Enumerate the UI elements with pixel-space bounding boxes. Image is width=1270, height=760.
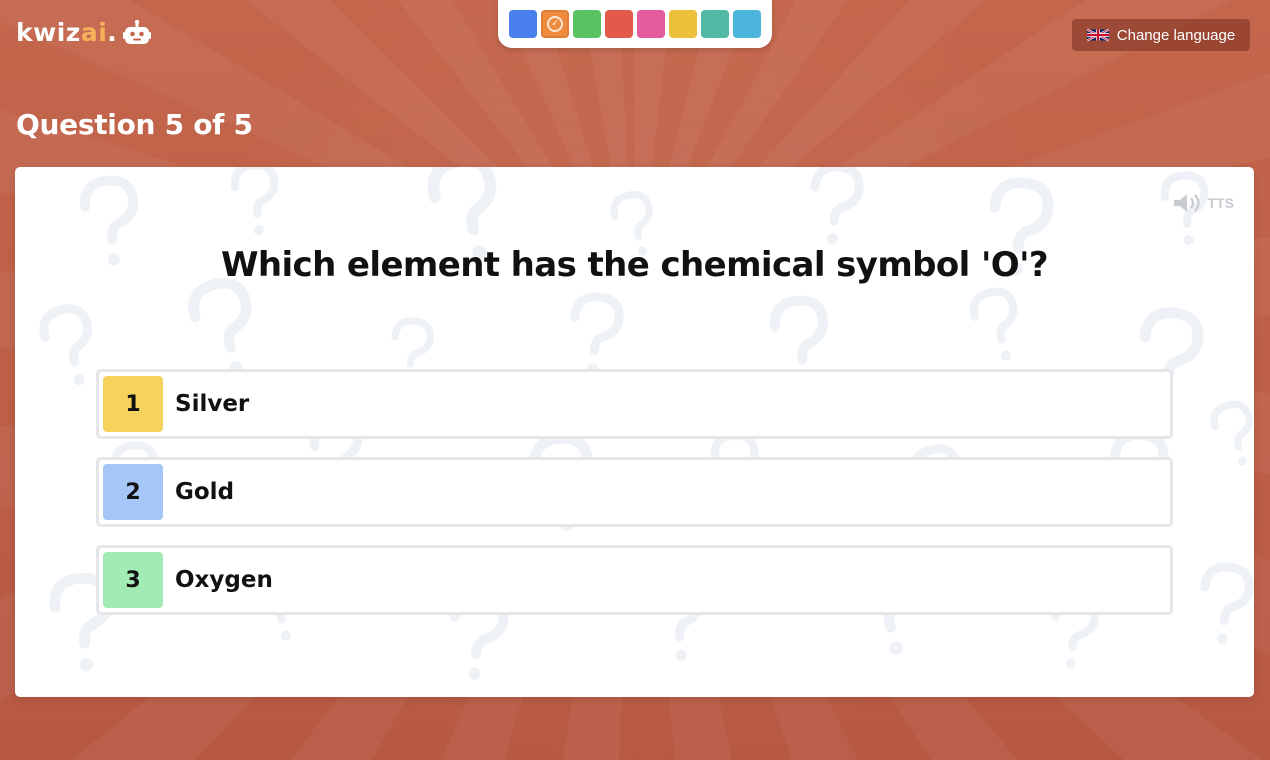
answer-number-badge: 1 — [103, 376, 163, 432]
progress-step-7 — [701, 10, 729, 38]
question-counter: Question 5 of 5 — [16, 108, 253, 141]
progress-step-6 — [669, 10, 697, 38]
speaker-icon — [1173, 194, 1200, 212]
answer-option-1[interactable]: 1 Silver — [96, 369, 1173, 439]
app-logo[interactable]: kwiz ai. — [16, 18, 152, 47]
answer-number-badge: 3 — [103, 552, 163, 608]
change-language-button[interactable]: Change language — [1072, 19, 1250, 51]
progress-step-1 — [509, 10, 537, 38]
answer-number-badge: 2 — [103, 464, 163, 520]
answer-label: Silver — [175, 391, 250, 417]
question-progress: ✓ — [498, 0, 772, 48]
answer-option-2[interactable]: 2 Gold — [96, 457, 1173, 527]
progress-step-2: ✓ — [541, 10, 569, 38]
answer-label: Gold — [175, 479, 235, 505]
check-icon: ✓ — [547, 16, 563, 32]
logo-text: kwiz — [16, 18, 81, 47]
robot-icon — [123, 19, 152, 44]
tts-label: TTS — [1207, 195, 1234, 211]
answer-option-3[interactable]: 3 Oxygen — [96, 545, 1173, 615]
tts-button[interactable]: TTS — [1172, 192, 1234, 214]
change-language-label: Change language — [1116, 26, 1236, 44]
answer-label: Oxygen — [175, 567, 273, 593]
answer-list: 1 Silver 2 Gold 3 Oxygen — [96, 369, 1173, 633]
progress-step-3 — [573, 10, 601, 38]
progress-step-8 — [733, 10, 761, 38]
progress-step-4 — [605, 10, 633, 38]
question-card: TTS Which element has the chemical symbo… — [15, 167, 1254, 697]
logo-dot: . — [107, 18, 118, 47]
question-text: Which element has the chemical symbol 'O… — [220, 245, 1049, 285]
progress-step-5 — [637, 10, 665, 38]
uk-flag-icon — [1086, 28, 1109, 42]
logo-accent-text: ai — [80, 18, 108, 47]
